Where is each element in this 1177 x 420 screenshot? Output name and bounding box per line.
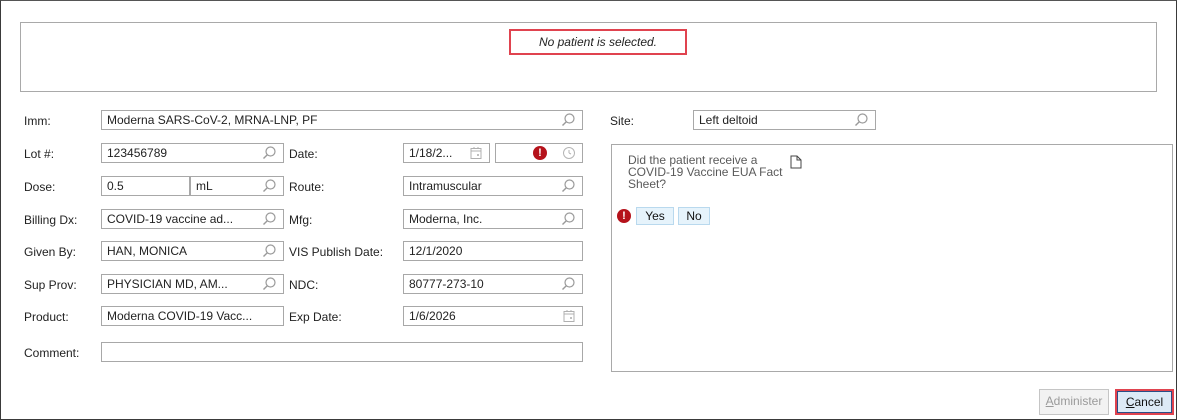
magnifier-icon[interactable]: [560, 178, 576, 194]
dose-unit-value: mL: [196, 179, 213, 193]
dose-unit-field[interactable]: mL: [190, 176, 284, 196]
magnifier-icon[interactable]: [853, 112, 869, 128]
lot-label: Lot #:: [24, 147, 55, 161]
dose-label: Dose:: [24, 180, 56, 194]
exp-date-label: Exp Date:: [289, 310, 342, 324]
cancel-button[interactable]: Cancel: [1115, 389, 1174, 415]
product-value: Moderna COVID-19 Vacc...: [107, 309, 253, 323]
sup-prov-field[interactable]: PHYSICIAN MD, AM...: [101, 274, 284, 294]
time-field[interactable]: !: [495, 143, 583, 163]
route-value: Intramuscular: [409, 179, 482, 193]
vis-date-value: 12/1/2020: [409, 244, 463, 258]
sup-prov-value: PHYSICIAN MD, AM...: [107, 277, 228, 291]
imm-label: Imm:: [24, 114, 51, 128]
imm-field[interactable]: Moderna SARS-CoV-2, MRNA-LNP, PF: [101, 110, 583, 130]
document-icon[interactable]: [790, 155, 802, 172]
magnifier-icon[interactable]: [560, 276, 576, 292]
date-label: Date:: [289, 147, 318, 161]
billing-dx-label: Billing Dx:: [24, 213, 78, 227]
comment-label: Comment:: [24, 346, 80, 360]
product-field[interactable]: Moderna COVID-19 Vacc...: [101, 306, 284, 326]
administer-label: dminister: [1053, 394, 1103, 408]
date-field[interactable]: 1/18/2...: [403, 143, 490, 163]
given-by-label: Given By:: [24, 245, 77, 259]
vis-date-label: VIS Publish Date:: [289, 245, 384, 259]
magnifier-icon[interactable]: [261, 243, 277, 259]
administer-button[interactable]: Administer: [1039, 389, 1109, 415]
magnifier-icon[interactable]: [261, 145, 277, 161]
exp-date-value: 1/6/2026: [409, 309, 456, 323]
no-patient-message: No patient is selected.: [509, 29, 687, 55]
ndc-field[interactable]: 80777-273-10: [403, 274, 583, 294]
cancel-label: ancel: [1134, 395, 1164, 409]
billing-dx-value: COVID-19 vaccine ad...: [107, 212, 234, 226]
product-label: Product:: [24, 310, 69, 324]
patient-banner: No patient is selected.: [20, 22, 1157, 92]
route-label: Route:: [289, 180, 325, 194]
given-by-field[interactable]: HAN, MONICA: [101, 241, 284, 261]
calendar-icon[interactable]: [561, 308, 577, 324]
yes-button[interactable]: Yes: [636, 207, 674, 225]
magnifier-icon[interactable]: [261, 178, 277, 194]
given-by-value: HAN, MONICA: [107, 244, 188, 258]
magnifier-icon[interactable]: [261, 276, 277, 292]
immunization-window: No patient is selected. Imm: Moderna SAR…: [0, 0, 1177, 420]
eua-question-panel: Did the patient receive a COVID-19 Vacci…: [611, 144, 1173, 372]
magnifier-icon[interactable]: [560, 112, 576, 128]
dose-value: 0.5: [107, 179, 124, 193]
site-label: Site:: [610, 114, 635, 128]
alert-icon: !: [533, 146, 547, 160]
no-button[interactable]: No: [678, 207, 710, 225]
site-field[interactable]: Left deltoid: [693, 110, 876, 130]
sup-prov-label: Sup Prov:: [24, 278, 77, 292]
mfg-field[interactable]: Moderna, Inc.: [403, 209, 583, 229]
administer-mnemonic: A: [1045, 394, 1054, 408]
date-value: 1/18/2...: [409, 146, 453, 160]
site-value: Left deltoid: [699, 113, 758, 127]
magnifier-icon[interactable]: [560, 211, 576, 227]
vis-date-field[interactable]: 12/1/2020: [403, 241, 583, 261]
lot-value: 123456789: [107, 146, 168, 160]
lot-field[interactable]: 123456789: [101, 143, 284, 163]
alert-icon: !: [617, 209, 631, 223]
eua-question-text: Did the patient receive a COVID-19 Vacci…: [628, 153, 783, 191]
dose-field[interactable]: 0.5: [101, 176, 190, 196]
calendar-icon[interactable]: [468, 145, 484, 161]
clock-icon[interactable]: [561, 145, 577, 161]
billing-dx-field[interactable]: COVID-19 vaccine ad...: [101, 209, 284, 229]
imm-value: Moderna SARS-CoV-2, MRNA-LNP, PF: [107, 113, 318, 127]
ndc-label: NDC:: [289, 278, 319, 292]
mfg-label: Mfg:: [289, 213, 313, 227]
mfg-value: Moderna, Inc.: [409, 212, 483, 226]
exp-date-field[interactable]: 1/6/2026: [403, 306, 583, 326]
magnifier-icon[interactable]: [261, 211, 277, 227]
route-field[interactable]: Intramuscular: [403, 176, 583, 196]
ndc-value: 80777-273-10: [409, 277, 484, 291]
comment-field[interactable]: [101, 342, 583, 362]
